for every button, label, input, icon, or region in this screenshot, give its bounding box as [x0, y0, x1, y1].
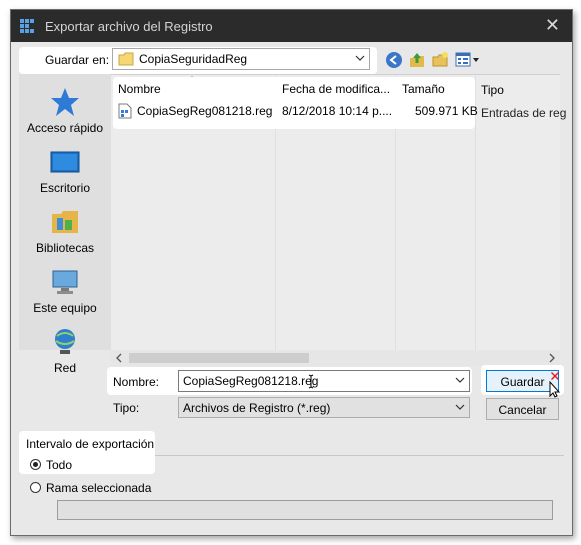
place-desktop[interactable]: Escritorio	[19, 146, 111, 195]
column-header-type[interactable]: Tipo	[481, 83, 504, 105]
chevron-down-icon[interactable]	[455, 400, 465, 414]
computer-icon	[52, 270, 78, 294]
text-cursor-icon	[308, 374, 314, 389]
file-name-input[interactable]: CopiaSegReg081218.reg	[178, 370, 470, 392]
branch-path-input	[57, 500, 553, 520]
file-type-value: Archivos de Registro (*.reg)	[183, 401, 331, 415]
radio-all-label: Todo	[46, 458, 73, 472]
file-type-select[interactable]: Archivos de Registro (*.reg)	[178, 397, 470, 418]
cancel-button-label: Cancelar	[498, 403, 547, 417]
save-button-label: Guardar	[500, 375, 545, 389]
scroll-right-icon[interactable]	[548, 353, 556, 363]
scroll-left-icon[interactable]	[115, 353, 123, 363]
radio-selected-branch[interactable]	[30, 482, 41, 493]
reg-file-icon	[118, 103, 132, 119]
folder-icon	[118, 52, 134, 66]
file-name: CopiaSegReg081218.reg	[137, 104, 273, 118]
file-name-value: CopiaSegReg081218.reg	[183, 374, 319, 388]
export-range-title: Intervalo de exportación	[26, 437, 155, 451]
up-folder-icon[interactable]	[408, 51, 426, 69]
save-in-label: Guardar en:	[45, 53, 110, 67]
view-menu-icon[interactable]	[455, 52, 481, 68]
mouse-pointer-icon	[549, 372, 561, 398]
star-icon	[51, 88, 79, 116]
column-header-name[interactable]: Nombre	[118, 82, 161, 104]
cancel-button[interactable]: Cancelar	[486, 398, 559, 420]
place-label: Este equipo	[33, 301, 97, 315]
places-bar: Acceso rápido Escritorio Bibliotecas Est…	[19, 74, 111, 375]
back-icon[interactable]	[385, 51, 403, 69]
registry-editor-icon	[20, 19, 34, 33]
scroll-thumb[interactable]	[129, 353, 309, 363]
close-icon[interactable]: ✕	[545, 15, 560, 35]
type-label: Tipo:	[113, 401, 140, 415]
new-folder-icon[interactable]	[431, 51, 449, 69]
place-label: Escritorio	[39, 181, 90, 195]
radio-all[interactable]	[30, 459, 41, 470]
place-label: Bibliotecas	[35, 241, 95, 255]
desktop-icon	[50, 151, 80, 173]
libraries-icon	[52, 211, 78, 233]
horizontal-scrollbar[interactable]	[111, 350, 560, 366]
name-label: Nombre:	[113, 375, 160, 389]
window-title: Exportar archivo del Registro	[45, 19, 213, 34]
title-bar: Exportar archivo del Registro ✕	[11, 10, 572, 42]
dialog-window: Exportar archivo del Registro ✕ Guardar …	[10, 9, 573, 536]
file-type: Entradas de reg	[481, 106, 567, 120]
file-size: 509.971 KB	[415, 104, 478, 118]
save-in-combo[interactable]: CopiaSeguridadReg	[112, 48, 370, 70]
place-label: Red	[53, 361, 76, 375]
save-in-folder: CopiaSeguridadReg	[139, 52, 248, 66]
column-header-date-hl[interactable]: Fecha de modifica...	[282, 82, 390, 104]
place-label: Acceso rápido	[26, 121, 104, 135]
place-this-pc[interactable]: Este equipo	[19, 266, 111, 315]
column-header-size[interactable]: Tamaño	[402, 82, 445, 104]
network-icon	[55, 329, 75, 354]
place-network[interactable]: Red	[19, 326, 111, 375]
radio-branch-label: Rama seleccionada	[46, 481, 152, 495]
chevron-down-icon[interactable]	[455, 373, 465, 387]
place-quick-access[interactable]: Acceso rápido	[19, 86, 111, 135]
file-row[interactable]: CopiaSegReg081218.reg 8/12/2018 10:14 p.…	[115, 102, 478, 122]
place-libraries[interactable]: Bibliotecas	[19, 206, 111, 255]
file-date: 8/12/2018 10:14 p....	[282, 104, 393, 118]
chevron-down-icon	[355, 55, 365, 61]
